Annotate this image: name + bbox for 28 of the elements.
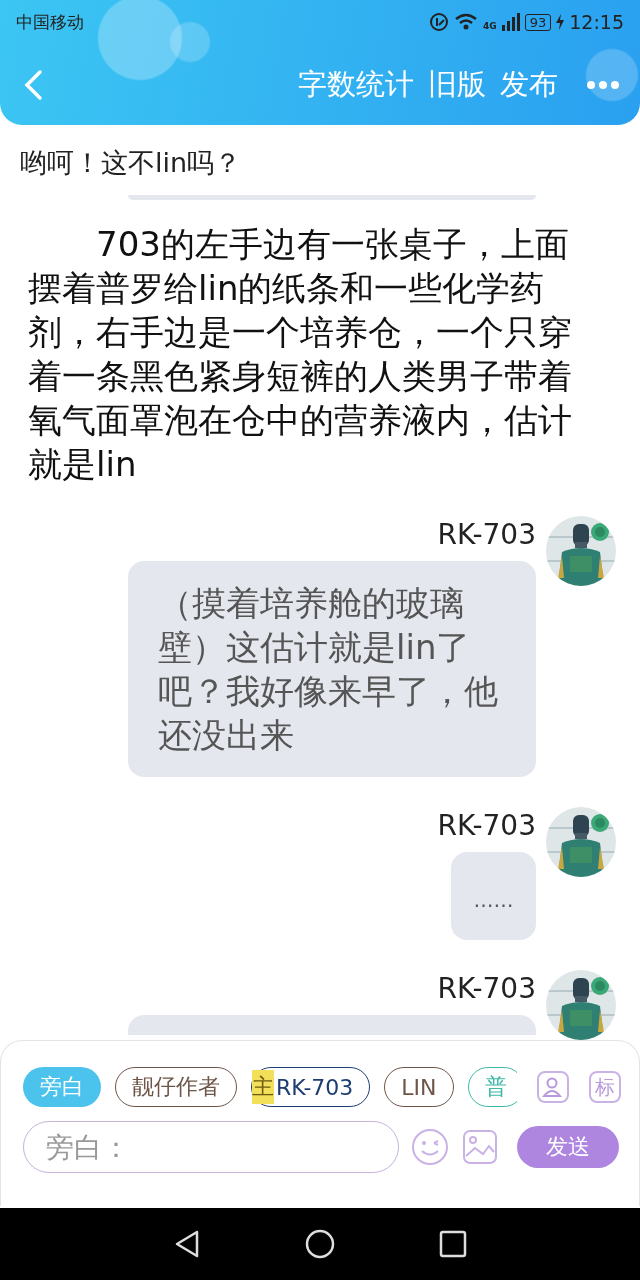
network-label: 4G [483,21,497,31]
role-chip[interactable]: LIN [384,1067,454,1107]
message-bubble: （摸着培养舱的玻璃壁）这估计就是lin了吧？我好像来早了，他还没出来 [128,561,536,777]
header-action[interactable]: 字数统计 [298,64,414,105]
sender-name: RK-703 [437,518,536,551]
message-field[interactable]: 旁白： [23,1121,399,1173]
role-chip[interactable]: 普 [467,1067,517,1107]
narration-text: 703的左手边有一张桌子，上面摆着普罗给lin的纸条和一些化学药剂，右手边是一个培养仓，一个只穿着一条黑色紧身短裤的人类男子带着氧气面罩泡在仓中的营养液内，估计就是lin [28,223,573,486]
role-chip[interactable]: 主 RK-703 [251,1067,371,1107]
tag-button[interactable]: 标 [589,1071,621,1103]
sender-name: RK-703 [437,809,536,842]
signal-icon [501,13,520,31]
sender-name: RK-703 [437,972,536,1005]
more-icon[interactable] [586,79,620,90]
role-chip[interactable]: 靓仔作者 [115,1067,237,1107]
role-chip[interactable]: 旁白 [23,1067,101,1107]
charging-icon [556,14,565,30]
home-icon[interactable] [304,1228,336,1260]
main-role-tag: 主 [252,1070,274,1104]
wifi-icon [454,13,479,31]
header-action[interactable]: 旧版 [428,64,486,105]
message-bubble: …… [451,852,536,940]
narration-text: 哟呵！这不lin吗？ [19,146,243,180]
clock-time: 12:15 [569,11,624,33]
battery-indicator: 93 [524,13,552,31]
send-button[interactable]: 发送 [517,1126,619,1168]
carrier-label: 中国移动 [16,10,84,34]
header-action[interactable]: 发布 [500,64,558,105]
